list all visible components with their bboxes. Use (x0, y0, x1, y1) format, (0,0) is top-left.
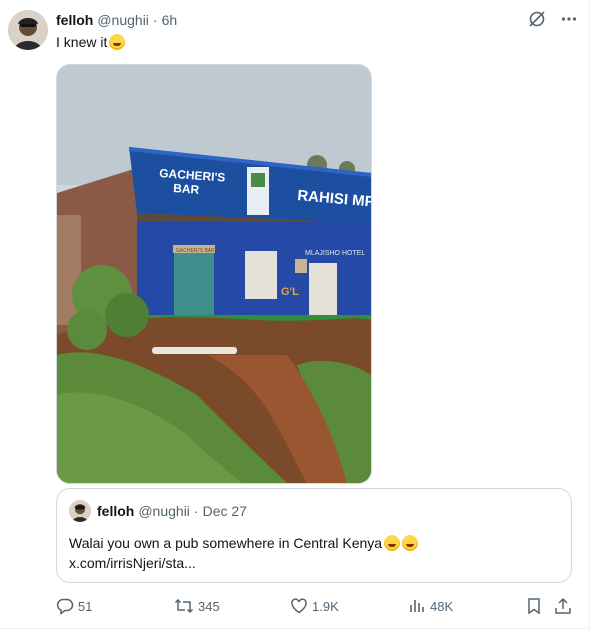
rofl-emoji-icon (402, 535, 419, 551)
repost-count: 345 (198, 598, 220, 614)
frame-right-border (589, 0, 590, 632)
header-separator: · (152, 12, 158, 28)
tweet-photo[interactable]: GACHERI'S BAR RAHISI MFU GACHERI'S BAR M… (56, 64, 372, 484)
author-handle[interactable]: @nughii (97, 12, 149, 28)
photo-door-sign-left: GACHERI'S BAR (176, 248, 215, 254)
repost-button[interactable]: 345 (174, 597, 220, 615)
quoted-header: felloh @nughii · Dec 27 (97, 503, 247, 519)
quoted-text: Walai you own a pub somewhere in Central… (69, 533, 559, 573)
like-icon (291, 598, 307, 614)
quoted-author-handle[interactable]: @nughii (138, 503, 190, 519)
views-count: 48K (430, 598, 454, 614)
photo-sign-left-2: BAR (173, 181, 200, 197)
action-bar: 51 345 1.9K 48K (56, 597, 576, 617)
quoted-author-name[interactable]: felloh (97, 503, 134, 519)
tweet-text-content: I knew it (56, 34, 108, 50)
joy-emoji-icon (384, 535, 401, 551)
avatar-image (8, 10, 48, 50)
author-avatar[interactable] (8, 10, 48, 50)
tweet-time[interactable]: 6h (162, 12, 178, 28)
quoted-text-content: Walai you own a pub somewhere in Central… (69, 535, 383, 551)
top-icons (528, 10, 578, 33)
author-name[interactable]: felloh (56, 12, 93, 28)
quoted-separator: · (193, 503, 199, 519)
reply-icon (56, 598, 74, 615)
photo-door-sign-right: MLAJISHO HOTEL (305, 250, 365, 257)
tweet-header: felloh @nughii · 6h (56, 11, 177, 29)
views-icon (410, 600, 424, 612)
share-icon (555, 597, 571, 614)
bookmark-button[interactable] (526, 597, 542, 615)
quoted-date[interactable]: Dec 27 (203, 503, 247, 519)
quoted-tweet[interactable]: felloh @nughii · Dec 27 Walai you own a … (56, 488, 572, 583)
views-button[interactable]: 48K (408, 597, 453, 615)
quoted-text-line: Walai you own a pub somewhere in Central… (69, 533, 559, 553)
frame-bottom-border (0, 628, 590, 629)
like-button[interactable]: 1.9K (290, 597, 339, 615)
repost-icon (174, 598, 194, 614)
quoted-link[interactable]: x.com/irrisNjeri/sta... (69, 553, 559, 573)
grok-icon[interactable] (528, 10, 546, 33)
bookmark-icon (528, 598, 540, 615)
share-button[interactable] (554, 597, 572, 615)
quoted-author-avatar[interactable] (69, 500, 91, 522)
tweet-text: I knew it (56, 33, 126, 51)
like-count: 1.9K (312, 598, 339, 614)
photo-illustration: GACHERI'S BAR RAHISI MFU GACHERI'S BAR M… (57, 65, 371, 483)
reply-count: 51 (78, 598, 93, 614)
rofl-emoji-icon (109, 34, 126, 50)
more-icon[interactable] (560, 10, 578, 33)
reply-button[interactable]: 51 (56, 597, 92, 615)
quoted-avatar-image (69, 500, 91, 522)
photo-logo: G'L (281, 286, 299, 298)
